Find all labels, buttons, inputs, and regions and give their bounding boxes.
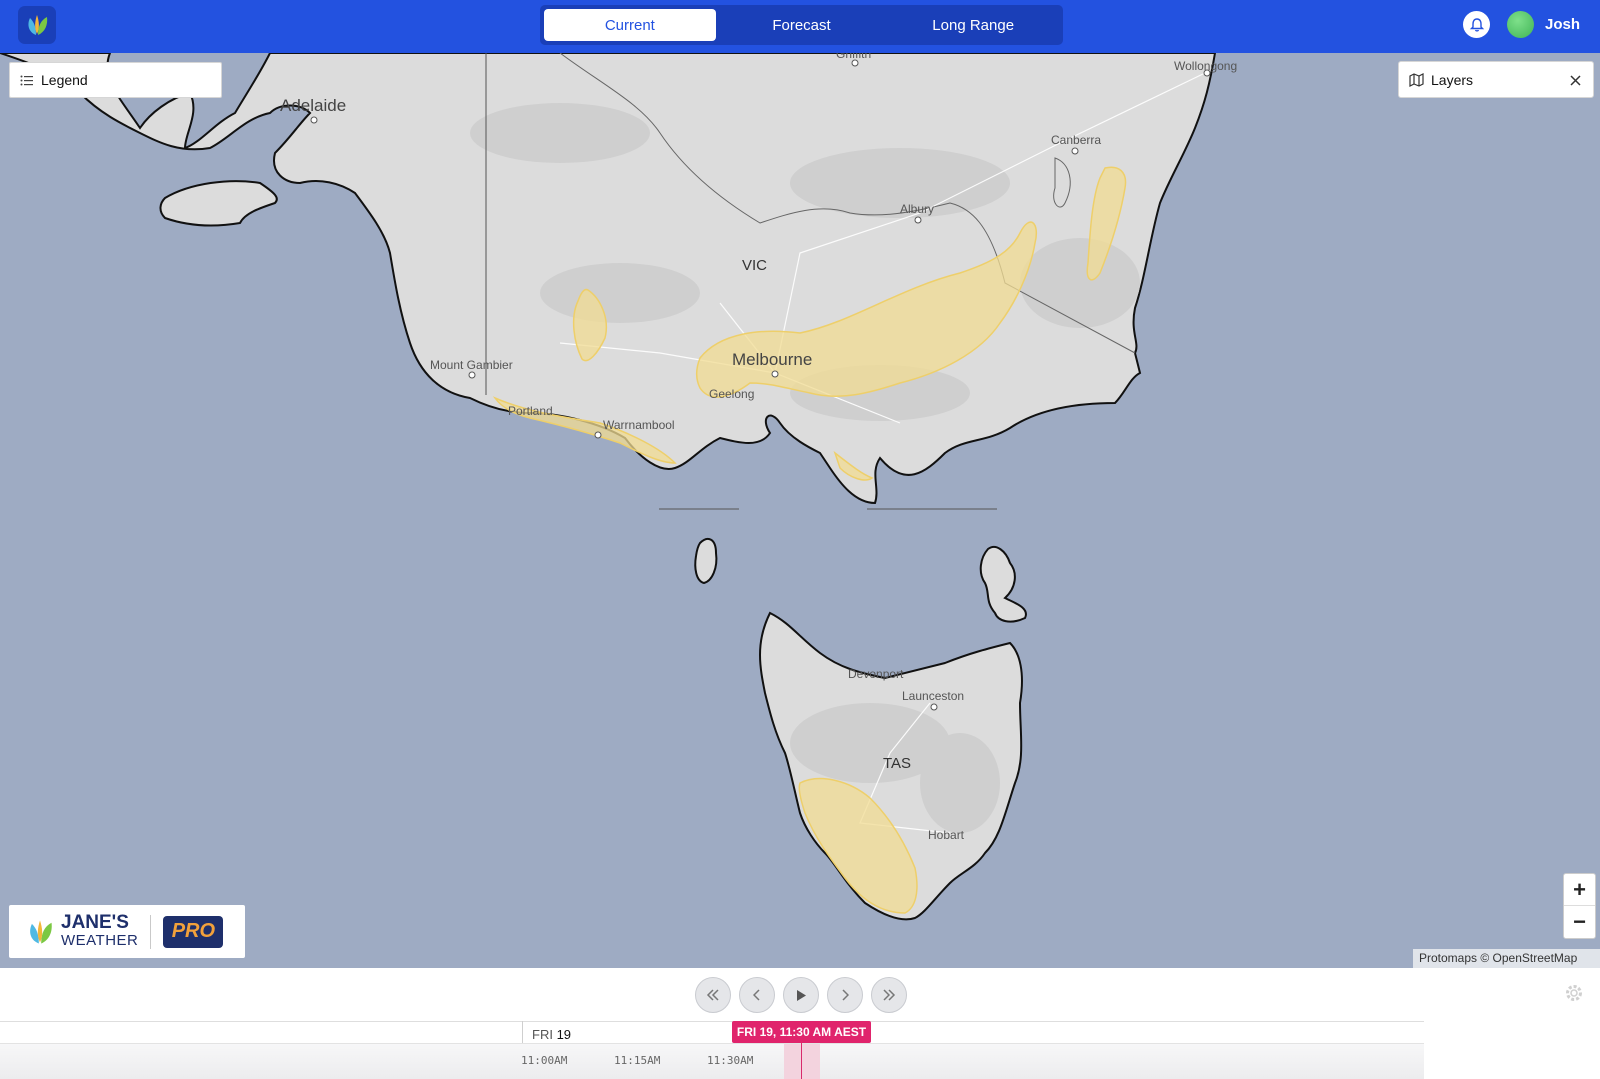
brand-sub: WEATHER [61, 931, 139, 949]
time-tick[interactable]: 11:15AM [614, 1054, 660, 1067]
app-logo[interactable] [18, 6, 56, 44]
label-canberra: Canberra [1051, 133, 1102, 147]
play-icon [797, 989, 806, 1001]
label-melbourne: Melbourne [732, 350, 813, 369]
day-name: FRI [532, 1027, 553, 1042]
current-time-band [784, 1044, 820, 1079]
zoom-out-button[interactable]: − [1564, 906, 1595, 938]
skip-forward-button[interactable] [871, 977, 907, 1013]
time-tick[interactable]: 11:30AM [707, 1054, 753, 1067]
tab-current[interactable]: Current [544, 9, 716, 41]
weather-map[interactable]: Adelaide Griffith Wollongong Canberra Al… [0, 53, 1600, 968]
timeline-track [0, 1021, 1424, 1022]
timeline-settings-button[interactable] [1564, 983, 1584, 1009]
label-portland: Portland [508, 404, 553, 418]
brand-name: JANE'S [61, 911, 129, 933]
pro-badge: PRO [163, 915, 224, 948]
layers-panel-header[interactable]: Layers [1398, 61, 1594, 98]
brand-badge: JANE'S WEATHER PRO [9, 905, 245, 958]
day-label: FRI 19 [532, 1027, 571, 1042]
label-vic: VIC [742, 257, 768, 274]
label-mount-gambier: Mount Gambier [430, 358, 513, 372]
brand-divider [150, 914, 152, 949]
label-tas: TAS [883, 755, 912, 772]
kangaroo-island [159, 180, 278, 227]
day-number: 19 [556, 1027, 572, 1042]
label-griffith: Griffith [836, 53, 872, 61]
step-forward-button[interactable] [827, 977, 863, 1013]
label-albury: Albury [900, 202, 935, 216]
gear-icon [1566, 985, 1582, 1001]
label-hobart: Hobart [928, 828, 965, 842]
close-icon [1569, 74, 1581, 86]
list-icon [20, 75, 33, 85]
skip-back-button[interactable] [695, 977, 731, 1013]
day-separator [522, 1021, 523, 1043]
zoom-control: + − [1563, 873, 1596, 939]
step-back-button[interactable] [739, 977, 775, 1013]
timeline-panel: FRI 19 11:00AM 11:15AM 11:30AM FRI 19, 1… [0, 968, 1600, 1079]
label-geelong: Geelong [709, 387, 755, 401]
legend-label: Legend [41, 72, 88, 88]
tab-long-range[interactable]: Long Range [887, 9, 1059, 41]
leaf-logo-icon [30, 919, 52, 944]
double-chevron-left-icon [706, 989, 719, 1001]
king-island [694, 537, 718, 585]
layers-label: Layers [1431, 71, 1474, 88]
bell-icon [1469, 17, 1484, 32]
map-canvas[interactable] [0, 53, 1600, 968]
current-time-label[interactable]: FRI 19, 11:30 AM AEST [732, 1021, 871, 1043]
label-devonport: Devonport [848, 667, 904, 681]
play-button[interactable] [783, 977, 819, 1013]
label-wollongong: Wollongong [1174, 59, 1238, 73]
map-attribution[interactable]: Protomaps © OpenStreetMap [1413, 949, 1600, 968]
chevron-left-icon [753, 989, 760, 1001]
chevron-right-icon [842, 989, 849, 1001]
label-launceston: Launceston [902, 689, 965, 703]
notifications-button[interactable] [1463, 11, 1490, 38]
double-chevron-right-icon [883, 989, 896, 1001]
time-tick[interactable]: 11:00AM [521, 1054, 567, 1067]
label-adelaide: Adelaide [280, 96, 347, 115]
flinders-island [979, 545, 1027, 623]
label-warrnambool: Warrnambool [603, 418, 675, 432]
map-icon [1409, 72, 1424, 87]
close-layers-button[interactable] [1565, 70, 1585, 90]
user-name[interactable]: Josh [1545, 16, 1580, 33]
zoom-in-button[interactable]: + [1564, 874, 1595, 906]
leaf-logo-icon [28, 15, 48, 35]
view-tabs: Current Forecast Long Range [540, 5, 1063, 45]
top-bar: Current Forecast Long Range Josh [0, 0, 1600, 53]
avatar[interactable] [1507, 11, 1534, 38]
brand-wordmark: JANE'S WEATHER [61, 911, 139, 950]
tab-forecast[interactable]: Forecast [716, 9, 888, 41]
legend-button[interactable]: Legend [9, 62, 222, 98]
